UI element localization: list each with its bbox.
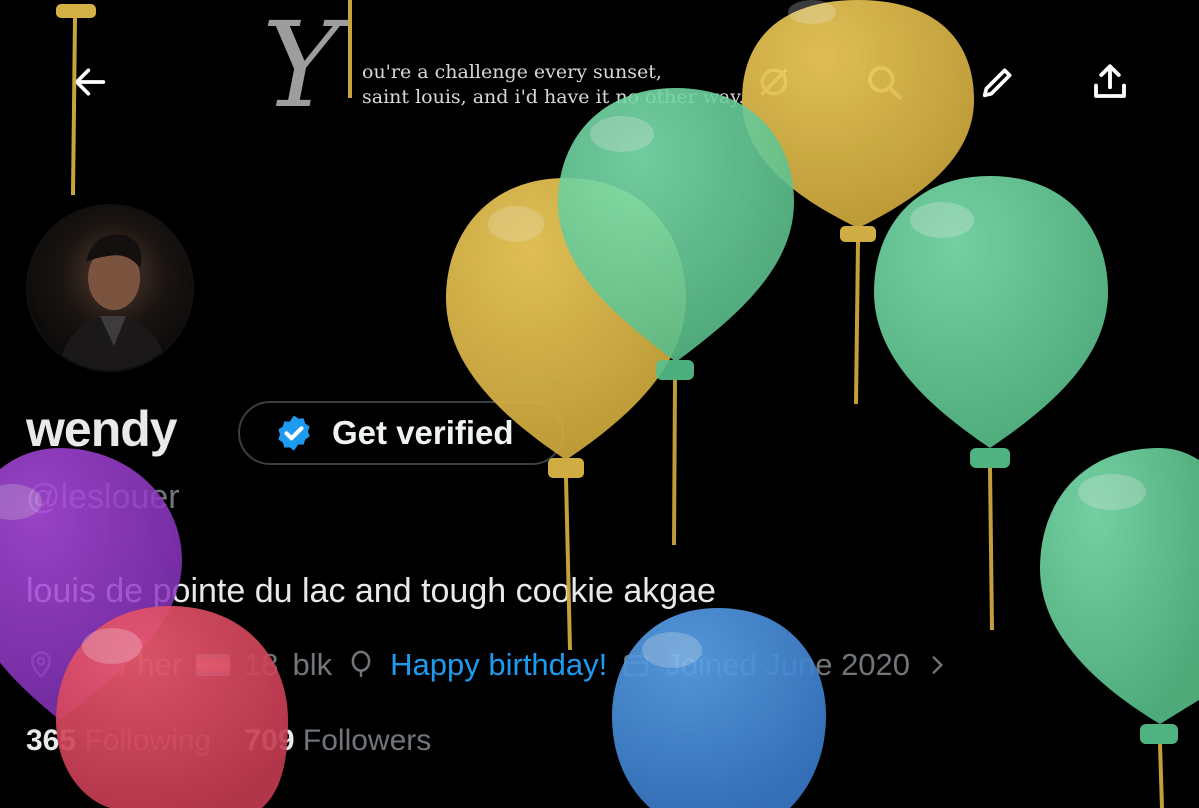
calendar-icon xyxy=(624,653,649,677)
balloon-icon xyxy=(351,650,371,677)
balloon-red xyxy=(56,606,288,808)
followers-link[interactable]: 709 Followers xyxy=(245,724,432,757)
pronouns: she/ her xyxy=(70,647,183,682)
balloon-green-bottomright xyxy=(1040,448,1199,808)
share-icon xyxy=(1094,64,1126,98)
share-button[interactable] xyxy=(1086,58,1134,106)
profile-meta-row: she/ her 18 blk Happy birthday! Joined J… xyxy=(26,640,950,690)
following-count: 365 xyxy=(26,724,77,757)
banner-script-letter: Y xyxy=(262,0,340,134)
arrow-left-icon xyxy=(74,68,106,96)
pencil-icon xyxy=(982,68,1012,98)
meta-tag: blk xyxy=(292,647,333,682)
joined-date: Joined June 2020 xyxy=(665,647,911,682)
handle: @leslouer xyxy=(26,478,180,516)
location-icon xyxy=(30,651,52,678)
get-verified-label: Get verified xyxy=(332,414,514,451)
balloon-blue xyxy=(612,608,826,808)
chevron-right-icon[interactable] xyxy=(924,652,950,678)
verified-badge-icon xyxy=(278,415,310,451)
birthday-link[interactable]: Happy birthday! xyxy=(390,647,607,683)
following-label: Following xyxy=(84,724,212,757)
grok-button[interactable] xyxy=(750,58,798,106)
banner-quote: ou're a challenge every sunset, saint lo… xyxy=(362,61,745,108)
age: 18 xyxy=(244,647,279,682)
get-verified-button[interactable]: Get verified xyxy=(238,401,564,465)
search-button[interactable] xyxy=(860,58,908,106)
avatar[interactable] xyxy=(26,204,194,372)
display-name: wendy xyxy=(26,401,178,457)
bio: louis de pointe du lac and tough cookie … xyxy=(26,572,716,610)
followers-label: Followers xyxy=(302,724,432,757)
balloon-green-right xyxy=(874,176,1108,631)
follow-stats: 365 Following 709 Followers xyxy=(26,724,431,758)
back-button[interactable] xyxy=(66,58,114,106)
search-icon xyxy=(868,66,902,100)
following-link[interactable]: 365 Following xyxy=(26,724,219,757)
edit-button[interactable] xyxy=(974,58,1022,106)
grok-icon xyxy=(760,68,788,96)
followers-count: 709 xyxy=(244,724,295,757)
flag-emoji-icon xyxy=(196,654,231,676)
